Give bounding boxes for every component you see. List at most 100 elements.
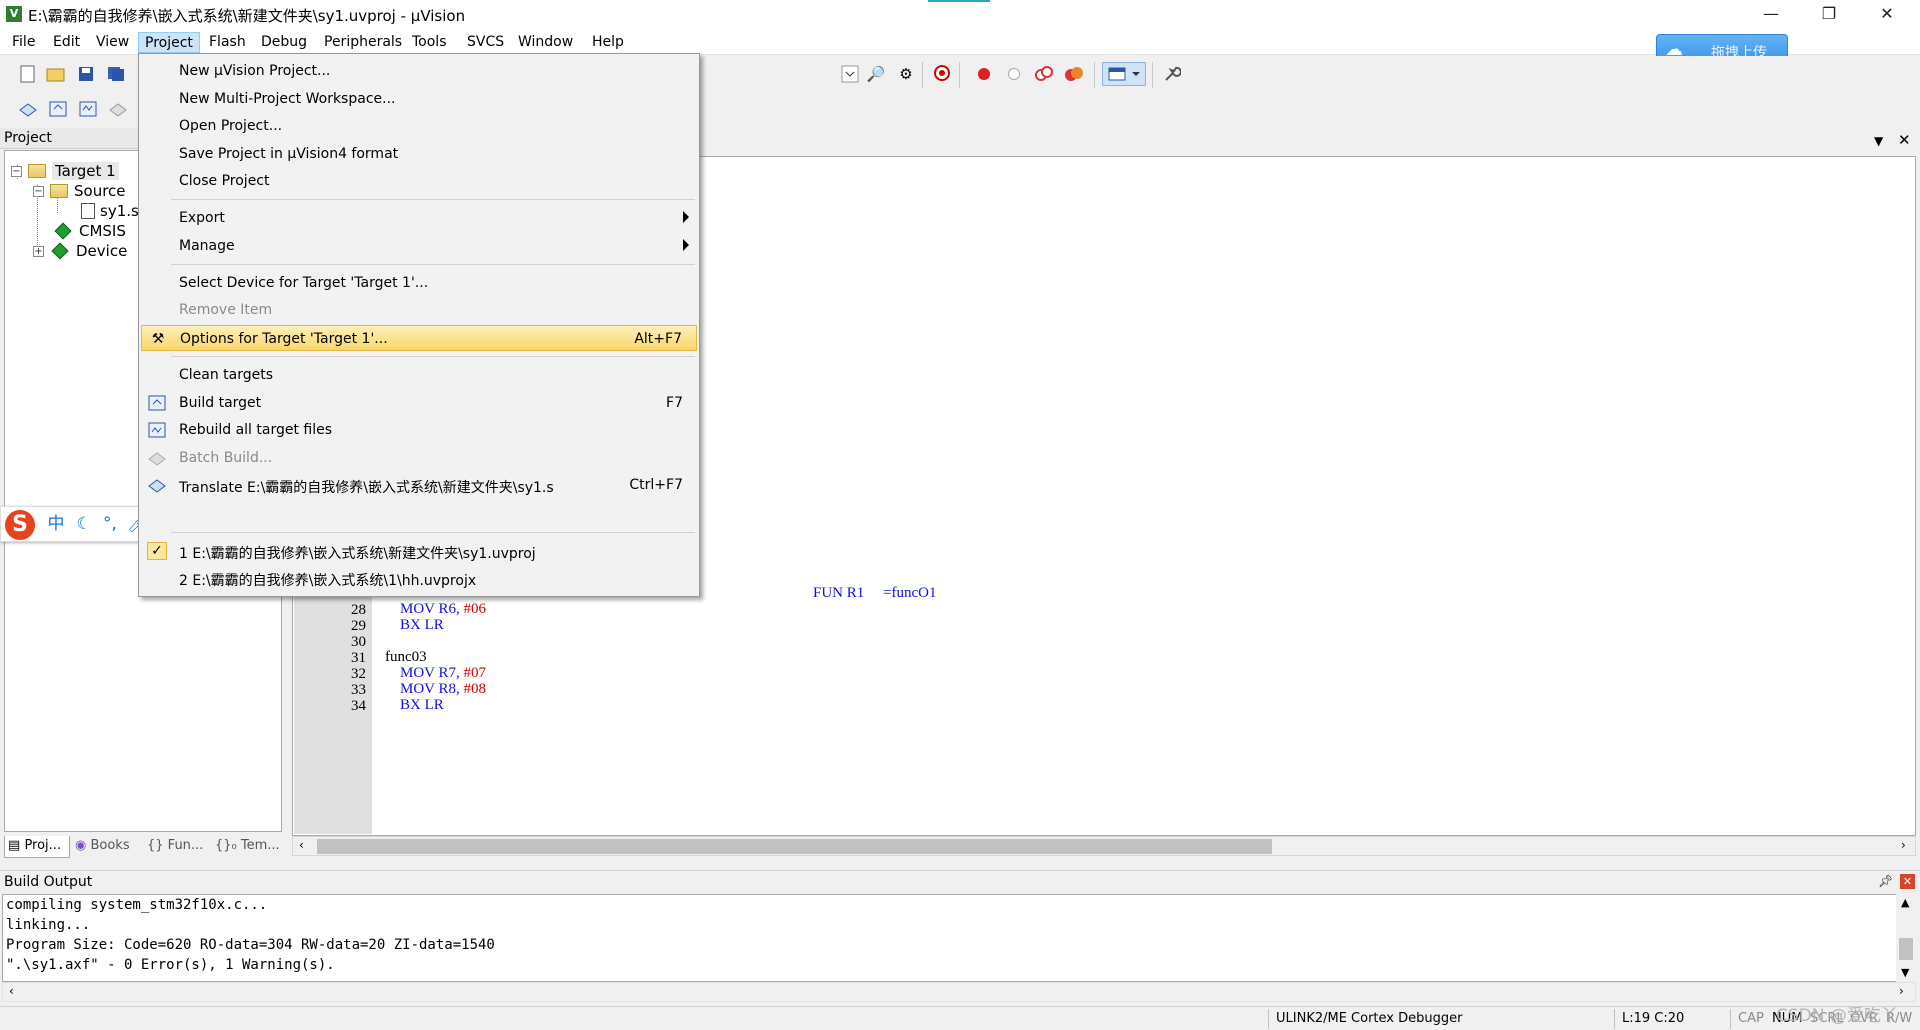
window-title: E:\霸霸的自我修养\嵌入式系统\新建文件夹\sy1.uvproj - µVis… [28,7,466,25]
tree-item-device[interactable]: + Device [33,241,127,261]
menu-edit[interactable]: Edit [47,32,86,53]
menu-translate[interactable]: Translate E:\霸霸的自我修养\嵌入式系统\新建文件夹\sy1.s C… [141,472,697,498]
menu-help[interactable]: Help [586,32,630,53]
menu-svcs[interactable]: SVCS [461,32,510,53]
line-number: 34 [351,698,366,714]
menu-project[interactable]: Project [138,32,200,53]
menu-recent-project-2[interactable]: 2 E:\霸霸的自我修养\嵌入式系统\1\hh.uvprojx [141,565,697,591]
status-cap: CAP [1738,1011,1764,1026]
tab-functions[interactable]: {} Fun... [144,836,210,858]
breakpoint-insert-icon[interactable] [972,62,996,86]
build-output-horizontal-scrollbar[interactable]: ‹ › [2,982,1916,1002]
menu-flash[interactable]: Flash [203,32,252,53]
submenu-arrow-icon [683,211,689,223]
debug-session-icon[interactable] [931,62,955,86]
open-file-icon[interactable] [44,62,68,86]
menu-options-for-target[interactable]: ⚒ Options for Target 'Target 1'... Alt+F… [141,325,697,351]
restore-button[interactable]: ❐ [1800,0,1858,29]
pin-icon[interactable]: 📌︎ [1878,874,1893,888]
menu-save-uv4[interactable]: Save Project in µVision4 format [141,141,697,167]
tree-item-target[interactable]: − Target 1 [11,161,119,181]
minimize-button[interactable]: — [1742,0,1800,29]
close-button[interactable]: ✕ [1858,0,1916,29]
save-all-icon[interactable] [104,62,128,86]
close-editor-icon[interactable]: ✕ [1898,131,1911,149]
tab-books[interactable]: ◉ Books [72,836,142,858]
find-in-files-icon[interactable]: 🔎 [864,62,888,86]
configure-icon[interactable]: ⚙ [894,62,918,86]
punctuation-icon[interactable]: °, [99,513,121,535]
new-file-icon[interactable] [16,62,40,86]
menu-separator [171,199,695,200]
scroll-left-icon[interactable]: ‹ [9,984,14,998]
menu-tools[interactable]: Tools [406,32,453,53]
menu-view[interactable]: View [90,32,135,53]
output-line: Program Size: Code=620 RO-data=304 RW-da… [6,937,495,953]
tree-item-source-group[interactable]: − Source [33,181,126,201]
batch-build-icon[interactable] [106,97,130,121]
dropdown-arrow-icon[interactable] [838,62,862,86]
tree-label-device: Device [76,242,128,260]
scroll-down-icon[interactable]: ▼ [1901,966,1909,979]
tree-item-cmsis[interactable]: CMSIS [53,221,126,241]
tab-templates[interactable]: {}₀ Tem... [212,836,282,858]
scroll-right-icon[interactable]: › [1899,984,1904,998]
collapse-icon[interactable]: − [33,185,44,197]
scrollbar-thumb[interactable] [1899,938,1913,960]
menu-new-project[interactable]: New µVision Project... [141,58,697,84]
scrollbar-thumb[interactable] [317,839,1272,854]
collapse-icon[interactable]: − [11,165,22,177]
menu-select-device[interactable]: Select Device for Target 'Target 1'... [141,270,697,296]
menu-item-label: 1 E:\霸霸的自我修养\嵌入式系统\新建文件夹\sy1.uvproj [179,546,536,562]
menu-new-workspace[interactable]: New Multi-Project Workspace... [141,86,697,112]
editor-horizontal-scrollbar[interactable]: ‹ › [292,836,1916,856]
menu-shortcut: Ctrl+F7 [629,477,683,493]
code-op: BX [400,697,421,713]
menu-item-label: Select Device for Target 'Target 1'... [179,275,429,291]
build-output-vertical-scrollbar[interactable]: ▲ ▼ [1896,894,1916,982]
code-imm: #06 [463,601,487,617]
breakpoint-kill-all-icon[interactable] [1062,62,1086,86]
save-icon[interactable] [74,62,98,86]
sogou-logo-icon[interactable]: S [5,510,35,540]
ime-mode-toggle[interactable]: 中 [45,513,67,535]
tab-dropdown-icon[interactable]: ▼ [1874,134,1883,148]
menu-window[interactable]: Window [512,32,579,53]
menu-open-project[interactable]: Open Project... [141,113,697,139]
tree-item-file[interactable]: sy1.s [81,201,139,221]
menu-close-project[interactable]: Close Project [141,168,697,194]
scroll-right-icon[interactable]: › [1901,838,1906,852]
menu-peripherals[interactable]: Peripherals [318,32,408,53]
expand-icon[interactable]: + [33,245,44,257]
breakpoint-disable-all-icon[interactable] [1032,62,1056,86]
window-layout-icon[interactable] [1102,62,1146,86]
menu-item-label: 2 E:\霸霸的自我修养\嵌入式系统\1\hh.uvprojx [179,573,477,589]
tab-project[interactable]: ▤ Proj... [4,836,70,858]
menu-file[interactable]: File [6,32,41,53]
scroll-left-icon[interactable]: ‹ [299,838,304,852]
close-panel-icon[interactable]: ✕ [1900,874,1915,889]
menu-item-label: Open Project... [179,118,283,134]
menu-rebuild-all[interactable]: Rebuild all target files [141,417,697,443]
toolbar-separator [1152,62,1153,88]
moon-icon[interactable]: ☾ [73,513,95,535]
rebuild-icon[interactable] [76,97,100,121]
build-icon[interactable] [46,97,70,121]
translate-icon[interactable] [16,97,40,121]
build-output-text[interactable]: compiling system_stm32f10x.c... linking.… [2,894,1898,982]
menu-build-target[interactable]: Build target F7 [141,390,697,416]
status-separator [1614,1009,1615,1029]
menu-recent-project-1[interactable]: ✓ 1 E:\霸霸的自我修养\嵌入式系统\新建文件夹\sy1.uvproj [141,538,697,564]
breakpoint-enable-icon[interactable] [1002,62,1026,86]
rebuild-icon [147,421,167,439]
wrench-icon[interactable] [1160,62,1184,86]
scroll-up-icon[interactable]: ▲ [1901,896,1909,909]
menu-manage[interactable]: Manage [141,233,697,259]
menu-clean-targets[interactable]: Clean targets [141,362,697,388]
tree-label-cmsis: CMSIS [79,222,126,240]
code-line: MOV R7, #07 [385,665,486,681]
menu-export[interactable]: Export [141,205,697,231]
menu-debug[interactable]: Debug [255,32,313,53]
